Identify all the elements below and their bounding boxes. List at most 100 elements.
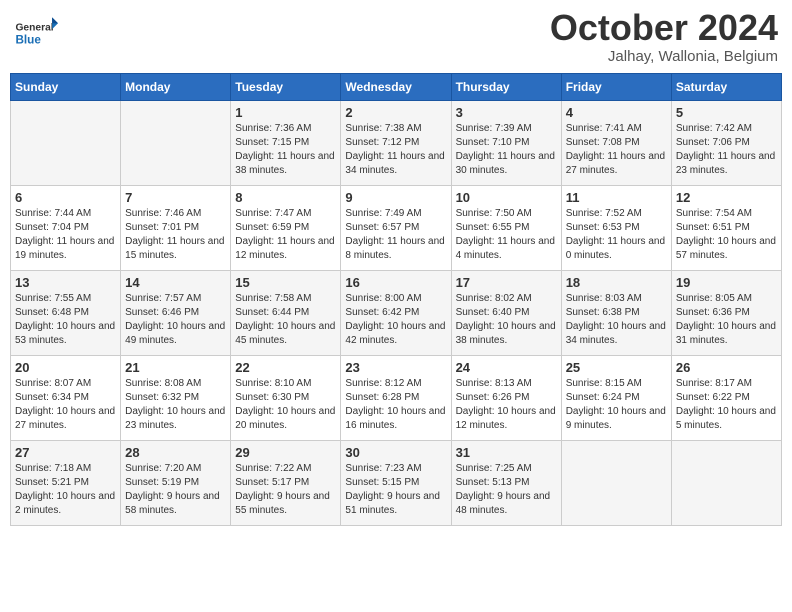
calendar-cell: 16 Sunrise: 8:00 AM Sunset: 6:42 PM Dayli… bbox=[341, 271, 451, 356]
day-info: Sunrise: 7:46 AM Sunset: 7:01 PM Dayligh… bbox=[125, 207, 226, 263]
day-number: 11 bbox=[566, 190, 667, 205]
calendar-cell: 28 Sunrise: 7:20 AM Sunset: 5:19 PM Dayli… bbox=[121, 441, 231, 526]
day-info: Sunrise: 8:10 AM Sunset: 6:30 PM Dayligh… bbox=[235, 377, 336, 433]
calendar-cell: 18Sunrise: 8:03 AM Sunset: 6:38 PM Dayli… bbox=[561, 271, 671, 356]
calendar-cell: 13 Sunrise: 7:55 AM Sunset: 6:48 PM Dayli… bbox=[11, 271, 121, 356]
day-info: Sunrise: 7:25 AM Sunset: 5:13 PM Dayligh… bbox=[456, 462, 557, 518]
calendar-cell: 27Sunrise: 7:18 AM Sunset: 5:21 PM Dayli… bbox=[11, 441, 121, 526]
calendar-cell: 7 Sunrise: 7:46 AM Sunset: 7:01 PM Daylig… bbox=[121, 186, 231, 271]
day-info: Sunrise: 7:39 AM Sunset: 7:10 PM Dayligh… bbox=[456, 122, 557, 178]
day-number: 17 bbox=[456, 275, 557, 290]
day-number: 7 bbox=[125, 190, 226, 205]
day-number: 28 bbox=[125, 445, 226, 460]
calendar-cell: 12Sunrise: 7:54 AM Sunset: 6:51 PM Dayli… bbox=[671, 186, 781, 271]
month-title: October 2024 bbox=[550, 10, 778, 46]
day-number: 26 bbox=[676, 360, 777, 375]
dow-header-sunday: Sunday bbox=[11, 74, 121, 101]
week-row-4: 20 Sunrise: 8:07 AM Sunset: 6:34 PM Dayli… bbox=[11, 356, 782, 441]
dow-header-saturday: Saturday bbox=[671, 74, 781, 101]
day-info: Sunrise: 7:55 AM Sunset: 6:48 PM Dayligh… bbox=[15, 292, 116, 348]
calendar-cell: 8 Sunrise: 7:47 AM Sunset: 6:59 PM Daylig… bbox=[231, 186, 341, 271]
day-info: Sunrise: 7:18 AM Sunset: 5:21 PM Dayligh… bbox=[15, 462, 116, 518]
day-info: Sunrise: 7:36 AM Sunset: 7:15 PM Dayligh… bbox=[235, 122, 336, 178]
day-info: Sunrise: 7:44 AM Sunset: 7:04 PM Dayligh… bbox=[15, 207, 116, 263]
calendar-cell: 10 Sunrise: 7:50 AM Sunset: 6:55 PM Dayli… bbox=[451, 186, 561, 271]
dow-header-wednesday: Wednesday bbox=[341, 74, 451, 101]
calendar-cell: 9 Sunrise: 7:49 AM Sunset: 6:57 PM Daylig… bbox=[341, 186, 451, 271]
day-info: Sunrise: 7:38 AM Sunset: 7:12 PM Dayligh… bbox=[345, 122, 446, 178]
calendar-cell: 31Sunrise: 7:25 AM Sunset: 5:13 PM Dayli… bbox=[451, 441, 561, 526]
dow-header-tuesday: Tuesday bbox=[231, 74, 341, 101]
day-info: Sunrise: 7:52 AM Sunset: 6:53 PM Dayligh… bbox=[566, 207, 667, 263]
svg-text:Blue: Blue bbox=[15, 34, 41, 47]
day-number: 18 bbox=[566, 275, 667, 290]
week-row-5: 27Sunrise: 7:18 AM Sunset: 5:21 PM Dayli… bbox=[11, 441, 782, 526]
day-info: Sunrise: 7:49 AM Sunset: 6:57 PM Dayligh… bbox=[345, 207, 446, 263]
day-number: 21 bbox=[125, 360, 226, 375]
day-info: Sunrise: 7:57 AM Sunset: 6:46 PM Dayligh… bbox=[125, 292, 226, 348]
day-number: 12 bbox=[676, 190, 777, 205]
calendar-cell: 19Sunrise: 8:05 AM Sunset: 6:36 PM Dayli… bbox=[671, 271, 781, 356]
calendar-cell: 15 Sunrise: 7:58 AM Sunset: 6:44 PM Dayli… bbox=[231, 271, 341, 356]
calendar-cell: 14 Sunrise: 7:57 AM Sunset: 6:46 PM Dayli… bbox=[121, 271, 231, 356]
calendar-cell: 6 Sunrise: 7:44 AM Sunset: 7:04 PM Daylig… bbox=[11, 186, 121, 271]
calendar-cell: 21 Sunrise: 8:08 AM Sunset: 6:32 PM Dayli… bbox=[121, 356, 231, 441]
day-number: 1 bbox=[235, 105, 336, 120]
day-info: Sunrise: 8:08 AM Sunset: 6:32 PM Dayligh… bbox=[125, 377, 226, 433]
day-info: Sunrise: 7:20 AM Sunset: 5:19 PM Dayligh… bbox=[125, 462, 226, 518]
day-number: 13 bbox=[15, 275, 116, 290]
day-number: 15 bbox=[235, 275, 336, 290]
calendar-cell bbox=[671, 441, 781, 526]
day-info: Sunrise: 7:47 AM Sunset: 6:59 PM Dayligh… bbox=[235, 207, 336, 263]
calendar-cell: 3Sunrise: 7:39 AM Sunset: 7:10 PM Daylig… bbox=[451, 101, 561, 186]
calendar-cell: 29Sunrise: 7:22 AM Sunset: 5:17 PM Dayli… bbox=[231, 441, 341, 526]
day-number: 2 bbox=[345, 105, 446, 120]
day-info: Sunrise: 7:41 AM Sunset: 7:08 PM Dayligh… bbox=[566, 122, 667, 178]
calendar-cell: 22 Sunrise: 8:10 AM Sunset: 6:30 PM Dayli… bbox=[231, 356, 341, 441]
svg-text:General: General bbox=[15, 23, 53, 34]
dow-header-monday: Monday bbox=[121, 74, 231, 101]
calendar-table: SundayMondayTuesdayWednesdayThursdayFrid… bbox=[10, 73, 782, 526]
calendar-cell: 1 Sunrise: 7:36 AM Sunset: 7:15 PM Daylig… bbox=[231, 101, 341, 186]
day-info: Sunrise: 8:13 AM Sunset: 6:26 PM Dayligh… bbox=[456, 377, 557, 433]
calendar-cell: 25Sunrise: 8:15 AM Sunset: 6:24 PM Dayli… bbox=[561, 356, 671, 441]
calendar-cell: 23Sunrise: 8:12 AM Sunset: 6:28 PM Dayli… bbox=[341, 356, 451, 441]
logo: General Blue bbox=[14, 10, 58, 54]
day-number: 8 bbox=[235, 190, 336, 205]
day-number: 19 bbox=[676, 275, 777, 290]
week-row-1: 1 Sunrise: 7:36 AM Sunset: 7:15 PM Daylig… bbox=[11, 101, 782, 186]
day-number: 16 bbox=[345, 275, 446, 290]
calendar-cell: 24 Sunrise: 8:13 AM Sunset: 6:26 PM Dayli… bbox=[451, 356, 561, 441]
day-info: Sunrise: 8:02 AM Sunset: 6:40 PM Dayligh… bbox=[456, 292, 557, 348]
day-number: 14 bbox=[125, 275, 226, 290]
day-number: 30 bbox=[345, 445, 446, 460]
day-number: 25 bbox=[566, 360, 667, 375]
day-number: 9 bbox=[345, 190, 446, 205]
day-info: Sunrise: 8:17 AM Sunset: 6:22 PM Dayligh… bbox=[676, 377, 777, 433]
calendar-cell bbox=[11, 101, 121, 186]
title-area: October 2024 Jalhay, Wallonia, Belgium bbox=[550, 10, 778, 65]
day-info: Sunrise: 7:58 AM Sunset: 6:44 PM Dayligh… bbox=[235, 292, 336, 348]
week-row-3: 13 Sunrise: 7:55 AM Sunset: 6:48 PM Dayli… bbox=[11, 271, 782, 356]
day-info: Sunrise: 7:23 AM Sunset: 5:15 PM Dayligh… bbox=[345, 462, 446, 518]
day-info: Sunrise: 8:07 AM Sunset: 6:34 PM Dayligh… bbox=[15, 377, 116, 433]
day-info: Sunrise: 8:12 AM Sunset: 6:28 PM Dayligh… bbox=[345, 377, 446, 433]
location: Jalhay, Wallonia, Belgium bbox=[550, 48, 778, 65]
day-number: 29 bbox=[235, 445, 336, 460]
calendar-cell: 5Sunrise: 7:42 AM Sunset: 7:06 PM Daylig… bbox=[671, 101, 781, 186]
day-info: Sunrise: 7:50 AM Sunset: 6:55 PM Dayligh… bbox=[456, 207, 557, 263]
calendar-cell bbox=[121, 101, 231, 186]
day-number: 10 bbox=[456, 190, 557, 205]
week-row-2: 6 Sunrise: 7:44 AM Sunset: 7:04 PM Daylig… bbox=[11, 186, 782, 271]
day-number: 20 bbox=[15, 360, 116, 375]
day-number: 22 bbox=[235, 360, 336, 375]
day-number: 6 bbox=[15, 190, 116, 205]
day-number: 24 bbox=[456, 360, 557, 375]
calendar-cell: 26 Sunrise: 8:17 AM Sunset: 6:22 PM Dayli… bbox=[671, 356, 781, 441]
day-info: Sunrise: 7:42 AM Sunset: 7:06 PM Dayligh… bbox=[676, 122, 777, 178]
calendar-cell: 2 Sunrise: 7:38 AM Sunset: 7:12 PM Daylig… bbox=[341, 101, 451, 186]
dow-header-thursday: Thursday bbox=[451, 74, 561, 101]
calendar-cell: 11 Sunrise: 7:52 AM Sunset: 6:53 PM Dayli… bbox=[561, 186, 671, 271]
day-info: Sunrise: 8:00 AM Sunset: 6:42 PM Dayligh… bbox=[345, 292, 446, 348]
page-header: General Blue October 2024 Jalhay, Wallon… bbox=[10, 10, 782, 65]
